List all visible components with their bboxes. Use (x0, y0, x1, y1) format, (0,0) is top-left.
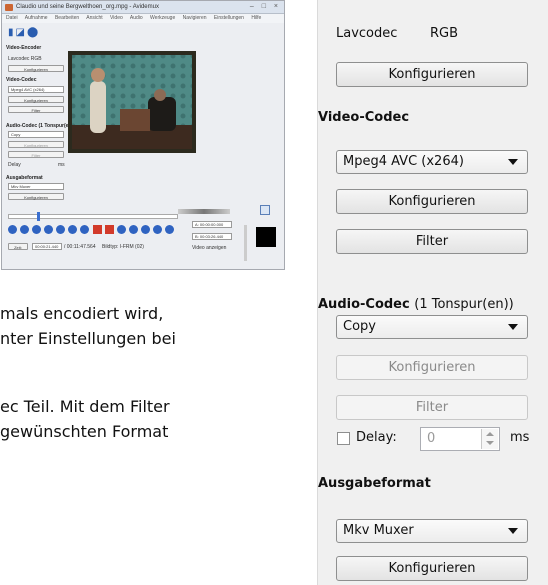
spin-buttons[interactable] (481, 429, 498, 449)
thumb-timeline-slider (8, 212, 178, 221)
audio-codec-selected-value: Copy (343, 319, 376, 334)
thumbnail-toolbar-icons: ▮◪⬤ (8, 27, 41, 38)
delay-label: Delay: (356, 430, 397, 445)
audio-codec-heading-text: Audio-Codec (318, 297, 410, 312)
video-codec-configure-button[interactable]: Konfigurieren (336, 189, 528, 214)
volume-slider (244, 225, 247, 261)
thumbnail-menu-bar: Datei Aufnahme Bearbeiten Ansicht Video … (2, 14, 284, 23)
thumb-marker-a-time: A: 00:00:00.000 (192, 221, 232, 228)
thumb-configure-button: Konfigurieren (8, 141, 64, 148)
thumbnail-title-bar: Claudio und seine Bergwelthoen_org.mpg -… (2, 1, 284, 14)
audio-track-count: (1 Tonspur(en)) (414, 297, 514, 312)
spin-down-icon (486, 441, 494, 445)
thumb-video-codec-heading: Video-Codec (6, 77, 37, 83)
thumb-total-time: / 00:11:47.564 (64, 244, 96, 250)
next-keyframe-icon (80, 225, 89, 234)
next-black-icon (153, 225, 162, 234)
output-format-select[interactable]: Mkv Muxer (336, 519, 528, 543)
video-codec-select[interactable]: Mpeg4 AVC (x264) (336, 150, 528, 174)
video-encoder-configure-button[interactable]: Konfigurieren (336, 62, 528, 87)
video-still-image (68, 51, 196, 153)
chevron-down-icon (508, 528, 518, 534)
thumb-output-format-select: Mkv Muxer (8, 183, 64, 190)
thumb-time-button: Zeit: (8, 243, 28, 250)
rewind-icon (20, 225, 29, 234)
thumb-configure-button: Konfigurieren (8, 193, 64, 200)
thumb-audio-codec-select: Copy (8, 131, 64, 138)
thumb-audio-codec-heading: Audio-Codec (1 Tonspur(en)) (6, 123, 75, 129)
thumb-configure-button: Konfigurieren (8, 65, 64, 72)
prev-frame-icon (44, 225, 53, 234)
thumb-show-video-checkbox: Video anzeigen (192, 245, 227, 251)
thumb-output-format-heading: Ausgabeformat (6, 175, 43, 181)
thumb-delay-label: Delay (8, 162, 21, 168)
output-format-heading: Ausgabeformat (318, 476, 431, 491)
spin-up-icon (486, 432, 494, 436)
video-codec-heading: Video-Codec (318, 110, 410, 125)
settings-panel (317, 0, 548, 585)
thumb-configure-button: Konfigurieren (8, 96, 64, 103)
thumb-video-codec-select: Mpeg4 AVC (x264) (8, 86, 64, 93)
output-format-selected-value: Mkv Muxer (343, 523, 414, 538)
play-icon (8, 225, 17, 234)
document-text-line: ec Teil. Mit dem Filter (0, 397, 170, 416)
thumb-current-time: 00:00:21.440 (32, 243, 62, 250)
document-text-line: mals encodiert wird, (0, 304, 164, 323)
prev-keyframe-icon (68, 225, 77, 234)
delay-value: 0 (427, 431, 436, 446)
colorspace-label: RGB (430, 26, 459, 41)
goto-a-icon (117, 225, 126, 234)
thumb-filter-button: Filter (8, 151, 64, 158)
goto-b-icon (129, 225, 138, 234)
zoom-icon (260, 205, 270, 215)
document-text-line: gewünschten Format (0, 422, 169, 441)
first-frame-icon (165, 225, 174, 234)
marker-b-icon (105, 225, 114, 234)
thumb-video-encoder-value: Lavcodec RGB (8, 56, 42, 62)
video-codec-filter-button[interactable]: Filter (336, 229, 528, 254)
audio-codec-select[interactable]: Copy (336, 315, 528, 339)
chevron-down-icon (508, 159, 518, 165)
window-control-buttons: – □ × (249, 3, 281, 10)
audio-codec-filter-button[interactable]: Filter (336, 395, 528, 420)
app-icon (5, 4, 13, 11)
forward-icon (32, 225, 41, 234)
thumb-frame-type: Bildtyp: I-FRM (02) (102, 244, 144, 250)
chevron-down-icon (508, 324, 518, 330)
marker-a-icon (93, 225, 102, 234)
thumb-filter-button: Filter (8, 106, 64, 113)
delay-spinbox[interactable]: 0 (420, 427, 500, 451)
avidemux-screenshot-thumbnail: Claudio und seine Bergwelthoen_org.mpg -… (1, 0, 285, 270)
audio-codec-heading: Audio-Codec (1 Tonspur(en)) (318, 297, 514, 312)
black-preview-square (256, 227, 276, 247)
next-frame-icon (56, 225, 65, 234)
document-text-line: nter Einstellungen bei (0, 329, 176, 348)
thumb-delay-unit: ms (58, 162, 65, 168)
audio-codec-configure-button[interactable]: Konfigurieren (336, 355, 528, 380)
thumb-marker-b-time: B: 00:03:26.440 (192, 233, 232, 240)
video-preview-frame (68, 51, 196, 153)
slider-handle (37, 212, 40, 221)
video-codec-selected-value: Mpeg4 AVC (x264) (343, 154, 464, 169)
output-format-configure-button[interactable]: Konfigurieren (336, 556, 528, 581)
prev-black-icon (141, 225, 150, 234)
thumb-video-encoder-heading: Video-Encoder (6, 45, 42, 51)
delay-unit-label: ms (510, 430, 530, 445)
delay-checkbox[interactable] (337, 432, 350, 445)
video-encoder-label: Lavcodec (336, 26, 398, 41)
volume-meter (178, 209, 230, 214)
